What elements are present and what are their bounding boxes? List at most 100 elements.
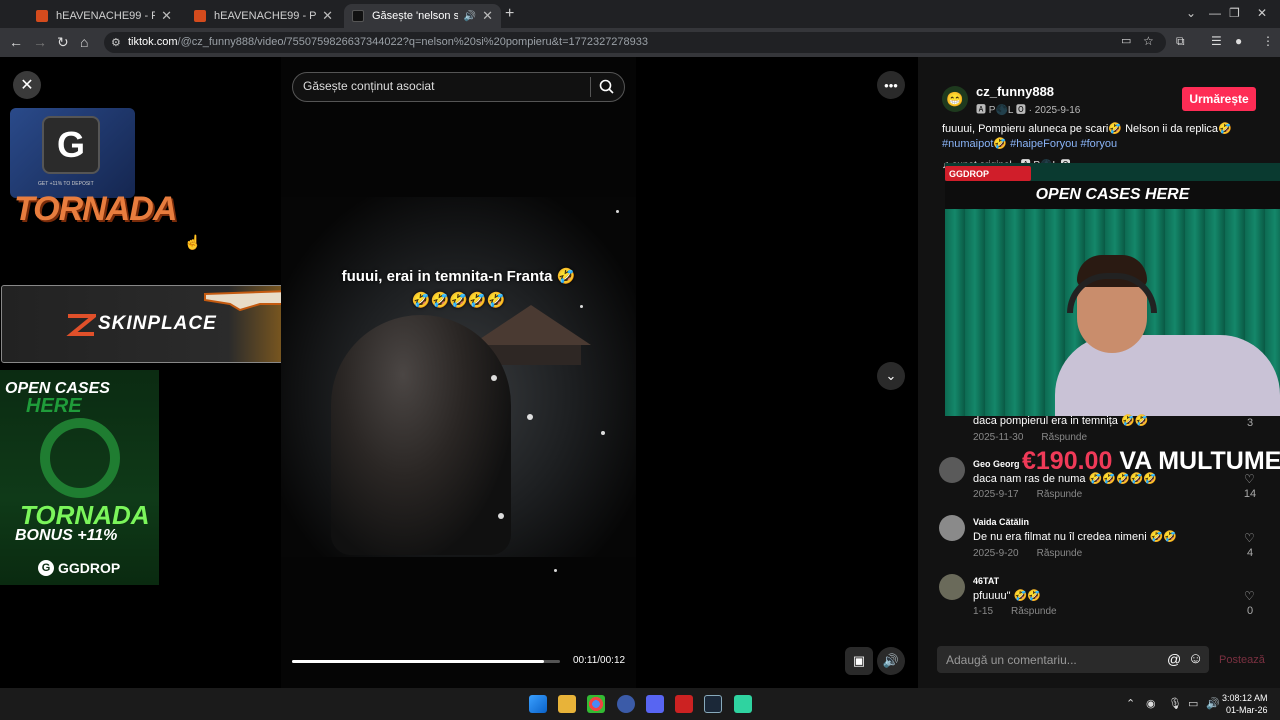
avatar[interactable] [939, 515, 965, 541]
menu-icon[interactable]: ⋮ [1262, 34, 1274, 48]
comment-author[interactable]: Geo Georg [973, 459, 1020, 469]
mic-icon[interactable]: 🎙 [1168, 697, 1182, 710]
comment-meta: 2025-9-17 Răspunde [973, 489, 1083, 500]
comment-author[interactable]: Vaida Cătălin [973, 517, 1029, 527]
open-cases-banner: OPEN CASES HERE [945, 181, 1280, 209]
streamer-body [1055, 335, 1280, 416]
chrome-icon[interactable] [587, 695, 605, 713]
skinplace-logo-icon [66, 314, 96, 336]
close-tab-icon[interactable]: ✕ [482, 8, 493, 24]
shield-app-icon[interactable] [675, 695, 693, 713]
video-caption: fuuui, erai in temnita-n Franta 🤣 🤣🤣🤣🤣🤣 [341, 268, 576, 309]
faceit-icon [194, 10, 206, 22]
skinplace-label: SKINPLACE [98, 313, 217, 334]
avatar[interactable]: 😁 [942, 86, 968, 112]
comment-meta: 1-15 Răspunde [973, 606, 1057, 617]
close-tab-icon[interactable]: ✕ [322, 8, 333, 24]
windows-taskbar [0, 688, 1280, 720]
like-count: 4 [1246, 547, 1254, 559]
tiktok-icon [352, 10, 364, 22]
url-text[interactable]: tiktok.com/@cz_funny888/video/7550759826… [128, 36, 648, 48]
video-player[interactable]: fuuui, erai in temnita-n Franta 🤣 🤣🤣🤣🤣🤣 [281, 57, 636, 688]
avatar[interactable] [939, 457, 965, 483]
video-progress-fill [292, 660, 544, 663]
video-progress-bar[interactable] [292, 660, 560, 663]
minimize-icon[interactable]: — [1209, 6, 1221, 20]
tab-search-icon[interactable]: ⌄ [1186, 6, 1196, 20]
browser-tab[interactable]: hEAVENACHE99 - Player Profile ✕ [28, 4, 180, 28]
close-window-icon[interactable]: ✕ [1257, 6, 1267, 20]
steam-icon[interactable] [704, 695, 722, 713]
follow-button[interactable]: Urmărește [1182, 87, 1256, 111]
ggdrop-logo-icon: G [42, 116, 100, 174]
extensions-icon[interactable]: ⧉ [1176, 34, 1185, 49]
taskbar-clock[interactable]: 3:08:12 AM 01-Mar-26 [1222, 692, 1268, 716]
back-icon[interactable]: ← [9, 34, 23, 50]
emoji-icon[interactable]: ☺ [1188, 650, 1203, 667]
comment-author[interactable]: 46TAT [973, 576, 999, 586]
heart-icon[interactable]: ♡ [1244, 531, 1255, 545]
app-icon[interactable] [617, 695, 635, 713]
avatar[interactable] [939, 574, 965, 600]
audio-icon: 🔊 [463, 10, 477, 22]
tornada-ad-title: TORNADA [14, 190, 177, 228]
like-count: 3 [1246, 417, 1254, 429]
comment-meta: 2025-9-20 Răspunde [973, 548, 1083, 559]
search-icon[interactable] [599, 79, 615, 95]
bookmark-star-icon[interactable]: ☆ [1143, 34, 1154, 48]
comment-meta: 2025-11-30 Răspunde [973, 432, 1088, 443]
ggdrop-g-icon: G [38, 560, 54, 576]
ggdrop-logo: G GGDROP [38, 560, 120, 576]
volume-icon[interactable]: 🔊 [877, 647, 905, 675]
forward-icon[interactable]: → [33, 34, 47, 50]
tray-chevron-icon[interactable]: ⌃ [1126, 697, 1135, 710]
man-figure [331, 315, 511, 555]
like-count: 0 [1246, 605, 1254, 617]
new-tab-icon[interactable]: + [505, 5, 514, 23]
comment-text: pfuuuu" 🤣🤣 [973, 590, 1041, 602]
author-username[interactable]: cz_funny888 [976, 84, 1054, 99]
file-explorer-icon[interactable] [558, 695, 576, 713]
start-icon[interactable] [529, 695, 547, 713]
mouse-cursor-icon: ☝ [184, 234, 202, 250]
deposit-note: GET +11% TO DEPOSIT [38, 181, 94, 187]
mention-icon[interactable]: @ [1167, 651, 1181, 667]
here-text: HERE [26, 395, 82, 417]
volume-tray-icon[interactable]: 🔊 [1206, 697, 1220, 710]
comment-text: daca pompierul era in temnița 🤣🤣 [973, 415, 1149, 427]
divider [590, 77, 591, 97]
more-options-icon[interactable]: ••• [877, 71, 905, 99]
close-video-button[interactable]: ✕ [13, 71, 41, 99]
browser-tab-active[interactable]: Găsește 'nelson si pompieru' 🔊 ✕ [344, 4, 501, 28]
post-comment-button[interactable]: Postează [1219, 654, 1265, 666]
cast-icon[interactable]: ▭ [1121, 34, 1131, 47]
next-video-chevron-icon[interactable]: ⌄ [877, 362, 905, 390]
close-tab-icon[interactable]: ✕ [161, 8, 172, 24]
app-icon[interactable] [734, 695, 752, 713]
heart-icon[interactable]: ♡ [1244, 589, 1255, 603]
site-info-icon[interactable]: ⚙ [111, 36, 121, 49]
comment-text: De nu era filmat nu îl credea nimeni 🤣🤣 [973, 531, 1178, 543]
donation-alert: €190.00 VA MULTUMESC ! [1022, 447, 1280, 475]
search-placeholder: Găsește conținut asociat [303, 79, 435, 93]
author-meta: 🅰 P🌑L 🅾 · 2025-9-16 [976, 105, 1081, 116]
like-count: 14 [1243, 488, 1257, 500]
comment-placeholder: Adaugă un comentariu... [946, 653, 1077, 667]
ggdrop-badge: GGDROP [945, 166, 1031, 181]
hashtags[interactable]: #numaipot🤣 #haipeForyou #foryou [942, 137, 1252, 152]
network-icon[interactable]: ▭ [1188, 697, 1198, 710]
pip-icon[interactable]: ▣ [845, 647, 873, 675]
reload-icon[interactable]: ↻ [57, 34, 69, 51]
bonus-text: BONUS +11% [15, 527, 118, 544]
discord-icon[interactable] [646, 695, 664, 713]
reading-list-icon[interactable]: ☰ [1211, 34, 1222, 48]
post-description: fuuuui, Pompieru aluneca pe scari🤣 Nelso… [942, 122, 1252, 152]
maximize-icon[interactable]: ❐ [1229, 6, 1240, 20]
browser-tab-bar: hEAVENACHE99 - Player Profile ✕ hEAVENAC… [0, 0, 1280, 28]
faceit-icon [36, 10, 48, 22]
home-icon[interactable]: ⌂ [80, 34, 88, 50]
steam-tray-icon[interactable]: ◉ [1146, 697, 1156, 710]
profile-icon[interactable]: ● [1235, 34, 1242, 48]
ggdrop-g-icon [40, 418, 120, 498]
browser-tab[interactable]: hEAVENACHE99 - Player Profile ✕ [186, 4, 341, 28]
